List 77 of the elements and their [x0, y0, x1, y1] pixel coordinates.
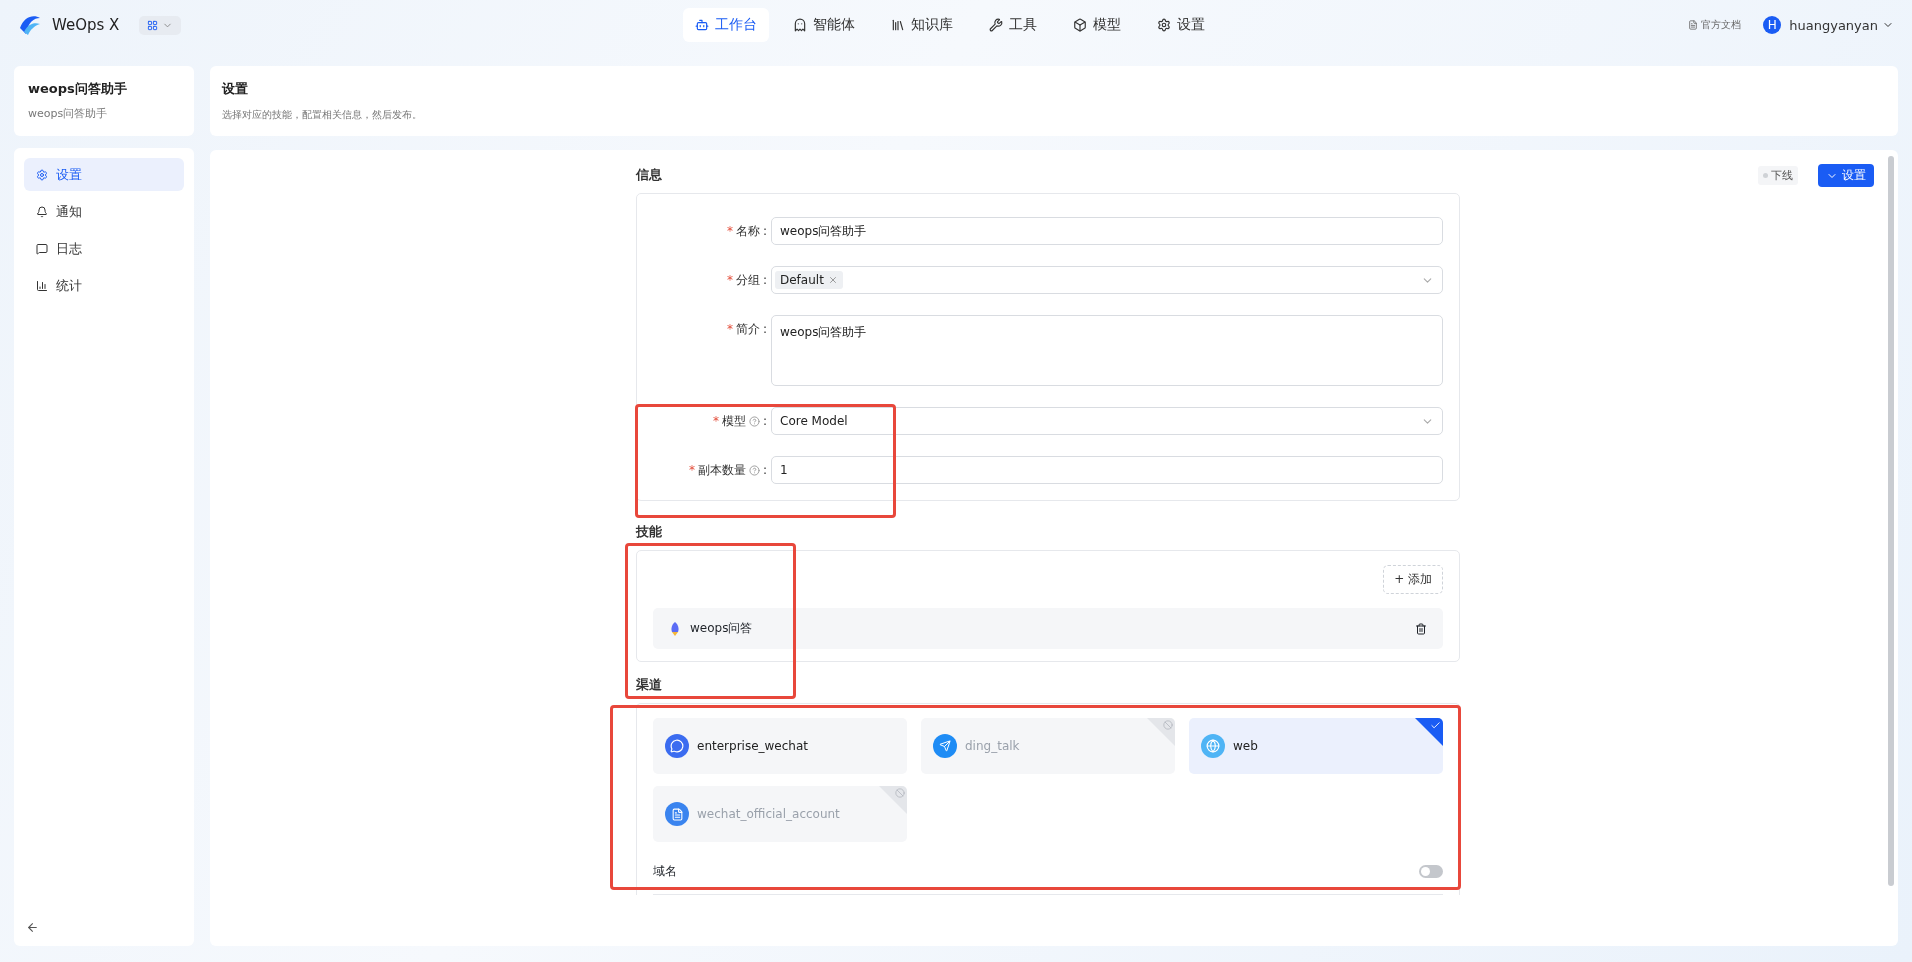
books-icon [891, 18, 905, 32]
add-button[interactable]: + 添加 [1383, 565, 1443, 594]
field-label: 分组 [735, 271, 760, 289]
agent-subtitle: weops问答助手 [28, 106, 109, 121]
agent-title: weops问答助手 [28, 80, 128, 98]
field-label: 名称 [735, 222, 760, 240]
label-colon: : [762, 273, 767, 287]
nav-tab[interactable]: 工具 [977, 8, 1049, 42]
nav-tab[interactable]: 智能体 [781, 8, 867, 42]
textarea-field[interactable]: weops问答助手 [771, 315, 1443, 386]
label-colon: : [762, 414, 767, 428]
sidebar-item[interactable]: 设置 [24, 158, 184, 191]
channel-name: enterprise_wechat [697, 739, 808, 753]
domain-toggle[interactable] [1419, 864, 1443, 878]
status-badge: 下线 [1758, 166, 1798, 185]
field-label: 简介 [735, 320, 760, 338]
required-mark: * [726, 322, 733, 336]
channel-name: web [1233, 739, 1258, 753]
docs-link[interactable]: 官方文档 [1688, 18, 1742, 32]
text-input[interactable]: 1 [771, 456, 1443, 484]
nav-tab[interactable]: 设置 [1145, 8, 1217, 42]
delete-icon[interactable] [1415, 622, 1427, 635]
document-icon [1688, 20, 1699, 30]
label-colon: : [762, 322, 767, 336]
text-input[interactable]: weops问答助手 [771, 217, 1443, 245]
settings-button[interactable]: 设置 [1818, 164, 1874, 187]
skill-name: weops问答 [690, 620, 753, 637]
channel-tile[interactable]: enterprise_wechat [653, 718, 907, 774]
scrollbar[interactable] [1888, 156, 1894, 886]
close-icon[interactable] [827, 275, 838, 285]
select-field[interactable]: Core Model [771, 407, 1443, 435]
grid-icon [147, 19, 159, 31]
required-mark: * [688, 463, 695, 477]
sidebar-item[interactable]: 通知 [24, 195, 184, 228]
user-menu[interactable]: huangyanyan [1789, 17, 1894, 33]
tag-select-field[interactable]: Default [771, 266, 1443, 294]
user-avatar: H [1763, 16, 1782, 34]
bar-chart-icon [36, 279, 48, 292]
brand-name: WeOps X [52, 16, 120, 34]
paper-plane-icon [933, 734, 957, 758]
bell-icon [36, 205, 48, 218]
channel-name: wechat_official_account [697, 807, 840, 821]
section-title: 技能 [636, 523, 663, 541]
channel-tile[interactable]: web [1189, 718, 1443, 774]
rocket-icon [669, 621, 681, 636]
settings-icon [36, 168, 48, 181]
nav-tab[interactable]: 工作台 [683, 8, 769, 42]
section-title: 信息 [636, 166, 663, 184]
page-description: 选择对应的技能，配置相关信息，然后发布。 [222, 108, 423, 122]
cube-icon [1073, 18, 1087, 32]
page-title: 设置 [222, 80, 249, 98]
channel-name: ding_talk [965, 739, 1020, 753]
chat-icon [36, 242, 48, 255]
required-mark: * [712, 414, 719, 428]
required-mark: * [726, 224, 733, 238]
section-title: 渠道 [636, 676, 663, 694]
globe-icon [1201, 734, 1225, 758]
domain-label: 域名 [653, 862, 677, 880]
label-colon: : [762, 224, 767, 238]
wrench-icon [989, 18, 1003, 32]
document-icon [665, 802, 689, 826]
nav-tab[interactable]: 模型 [1061, 8, 1133, 42]
select-value: Core Model [780, 414, 848, 428]
label-colon: : [762, 463, 767, 477]
sidebar-item[interactable]: 日志 [24, 232, 184, 265]
field-label: 副本数量 [697, 461, 746, 479]
required-mark: * [726, 273, 733, 287]
ghost-icon [793, 18, 807, 32]
logo-icon [18, 14, 42, 36]
settings-icon [1157, 18, 1171, 32]
robot-icon [695, 18, 709, 32]
nav-tab[interactable]: 知识库 [879, 8, 965, 42]
app-switcher-button[interactable] [139, 15, 182, 35]
sidebar-item[interactable]: 统计 [24, 269, 184, 302]
chat-bubble-icon [665, 734, 689, 758]
field-label: 模型 [721, 412, 746, 430]
tag-label: Default [780, 273, 824, 287]
